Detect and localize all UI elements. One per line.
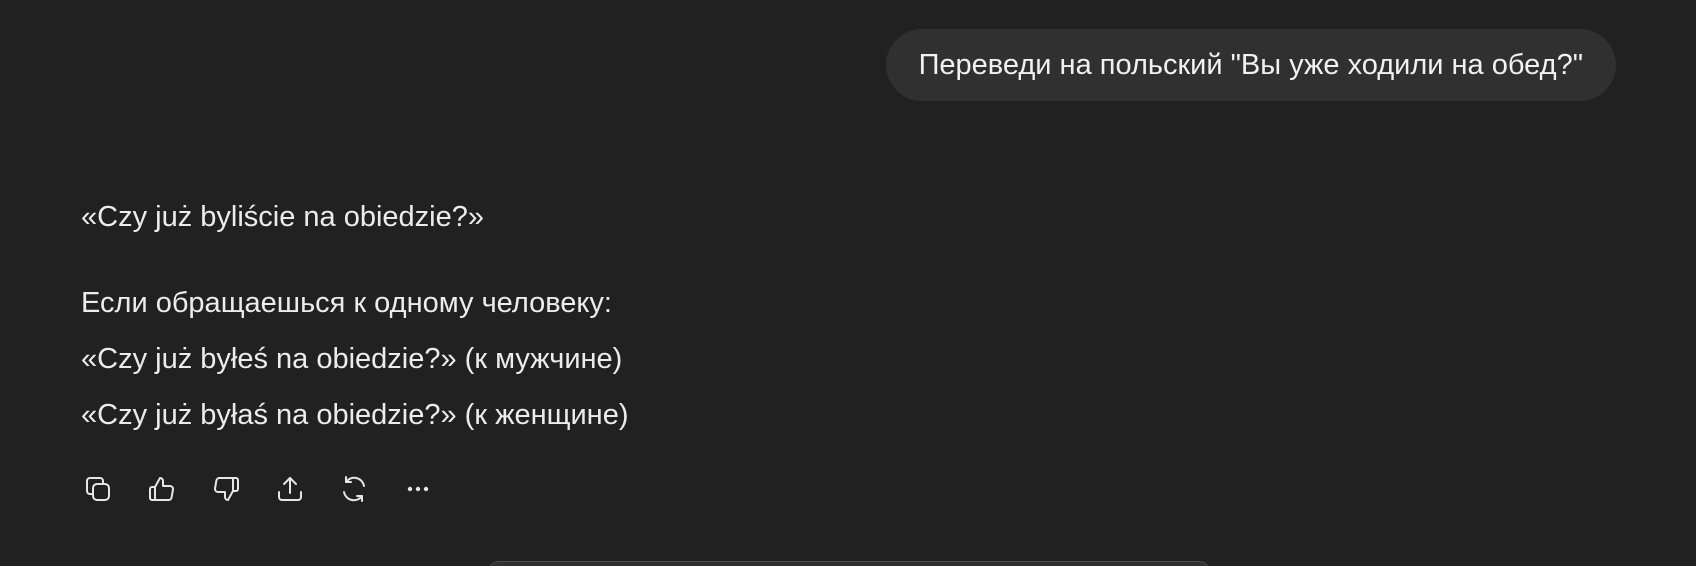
assistant-line: «Czy już byliście na obiedzie?»: [81, 201, 484, 233]
share-button[interactable]: [268, 467, 312, 511]
user-message-bubble: Переведи на польский "Вы уже ходили на о…: [885, 29, 1616, 101]
assistant-line: «Czy już byłeś na obiedzie?» (к мужчине): [81, 343, 623, 375]
message-actions: [76, 467, 440, 511]
share-icon: [278, 477, 302, 501]
good-response-button[interactable]: [140, 467, 184, 511]
bad-response-button[interactable]: [204, 467, 248, 511]
thumbs-down-icon: [214, 476, 239, 501]
regenerate-icon: [343, 476, 365, 502]
assistant-line: Если обращаешься к одному человеку:: [81, 287, 612, 319]
copy-icon: [86, 477, 110, 501]
user-message-text: Переведи на польский "Вы уже ходили на о…: [918, 48, 1583, 81]
regenerate-button[interactable]: [332, 467, 376, 511]
more-options-button[interactable]: [396, 467, 440, 511]
chat-page: Переведи на польский "Вы уже ходили на о…: [0, 0, 1696, 566]
assistant-line: «Czy już byłaś na obiedzie?» (к женщине): [81, 399, 629, 431]
more-icon: [407, 486, 429, 492]
thumbs-up-icon: [149, 477, 174, 502]
message-composer[interactable]: [488, 561, 1210, 566]
copy-button[interactable]: [76, 467, 120, 511]
assistant-message: «Czy już byliście na obiedzie?» Если обр…: [81, 189, 628, 443]
